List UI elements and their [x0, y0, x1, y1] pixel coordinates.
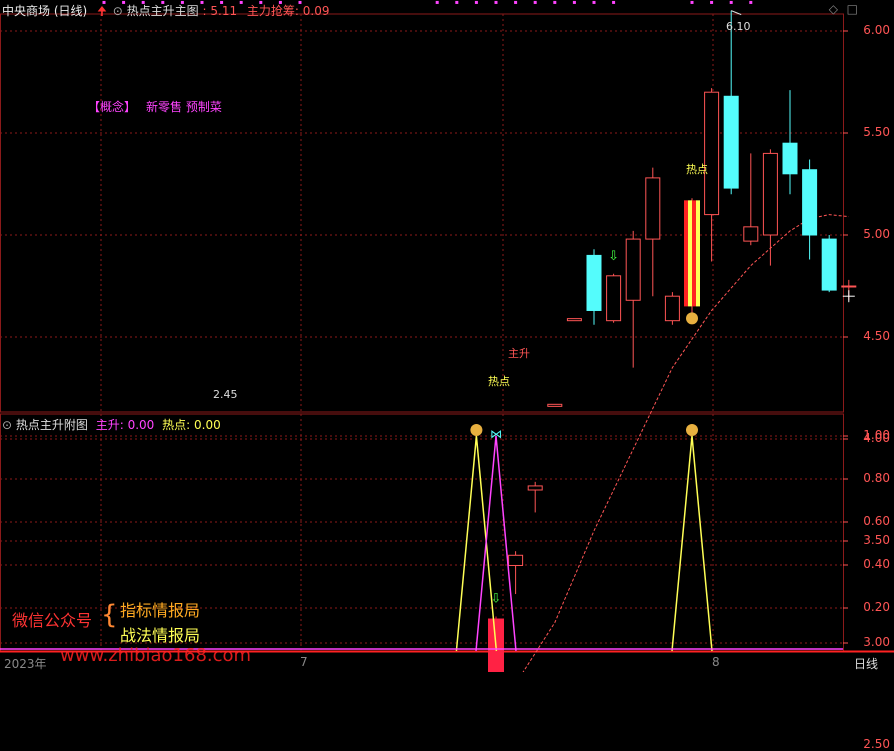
candle-body [508, 554, 524, 566]
low-price-label: 2.45 [213, 388, 238, 401]
redian-signal-line [671, 435, 713, 652]
brace-icon: { [101, 600, 118, 630]
candle-body [802, 169, 818, 236]
candle-body [625, 238, 641, 301]
signal-dot [455, 0, 459, 4]
main-header: 中央商场 (日线) 🠉 ⊙ 热点主升主图 : 5.11 主力抢筹: 0.09 [2, 2, 330, 23]
price-axis-label: 5.50 [863, 125, 890, 139]
watermark-url: www.zhibiao168.com [60, 645, 252, 666]
redian-label-1: 热点 [488, 375, 510, 388]
watermark-name-2: 战法情报局 [120, 626, 201, 645]
signal-dot [572, 0, 576, 4]
candle-body [782, 142, 798, 175]
wechat-account-label: 微信公众号 [12, 611, 93, 630]
indicator-name[interactable]: 热点主升主图 [127, 4, 199, 18]
force-value: 主力抢筹: 0.09 [246, 4, 330, 18]
x-month-8: 8 [712, 655, 720, 669]
butterfly-icon: ⋈ [490, 427, 502, 441]
signal-dot [533, 0, 537, 4]
stock-title[interactable]: 中央商场 (日线) [2, 4, 87, 18]
signal-dot [474, 0, 478, 4]
sub-axis-label: 0.20 [863, 600, 890, 614]
up-arrow-icon: 🠉 [97, 4, 107, 18]
redian-bar [692, 200, 696, 307]
candle-body [762, 152, 778, 236]
redian-bar [696, 200, 700, 307]
sub-axis-label: 0.60 [863, 514, 890, 528]
signal-dot [435, 0, 439, 4]
candle-body [723, 95, 739, 189]
sub-axis-label: 1.00 [863, 428, 890, 442]
sub-indicator-name[interactable]: 热点主升附图 [16, 418, 88, 432]
diamond-icon[interactable]: ◇ [829, 2, 838, 16]
candle-body [586, 254, 602, 311]
signal-dot [612, 0, 616, 4]
price-axis-label: 4.50 [863, 329, 890, 343]
signal-dot [690, 0, 694, 4]
down-arrow-icon: ⇩ [491, 591, 502, 606]
redian-bar [688, 200, 692, 307]
signal-dot [553, 0, 557, 4]
candle-body [821, 238, 837, 291]
money-bag-icon [470, 424, 483, 436]
zhusheng-label: 主升 [508, 347, 530, 360]
price-axis-label: 3.50 [863, 533, 890, 547]
concept-tag: 【概念】 [88, 100, 137, 114]
price-value: : 5.11 [202, 4, 238, 18]
signal-dot [749, 0, 753, 4]
candle-body [664, 295, 680, 322]
candle-body [645, 177, 661, 240]
signal-dot [592, 0, 596, 4]
candle-body [527, 485, 543, 491]
high-price-label: 6.10 [726, 20, 751, 33]
close-icon[interactable]: □ [847, 2, 858, 16]
candle-body [704, 91, 720, 216]
price-axis-label: 3.00 [863, 635, 890, 649]
price-axis-label: 2.50 [863, 737, 890, 751]
candle-body [606, 275, 622, 322]
x-month-7: 7 [300, 655, 308, 669]
money-bag-icon [686, 424, 698, 436]
sub-axis-label: 0.80 [863, 471, 890, 485]
candle-body [743, 226, 759, 242]
indicator-settings-icon[interactable]: ⊙ [113, 4, 123, 18]
money-bag-icon [686, 312, 698, 325]
sub-settings-icon[interactable]: ⊙ [2, 418, 12, 432]
redian-label-2: 热点 [686, 163, 708, 176]
price-axis-label: 6.00 [863, 23, 890, 37]
watermark-name-1: 指标情报局 [120, 601, 201, 620]
signal-dot [710, 0, 714, 4]
sub-header: ⊙ 热点主升附图 主升: 0.00 热点: 0.00 [2, 416, 221, 433]
zhusheng-value: 主升: 0.00 [95, 418, 155, 432]
candle-body [547, 403, 563, 407]
down-arrow-icon: ⇩ [608, 249, 619, 264]
sub-axis-label: 0.40 [863, 557, 890, 571]
concept-items: 新零售 预制菜 [146, 100, 222, 114]
redian-bar [684, 200, 688, 307]
signal-dot [514, 0, 518, 4]
signal-dot [494, 0, 498, 4]
candle-body [841, 285, 857, 288]
signal-dot [729, 0, 733, 4]
candle-body [566, 318, 582, 322]
price-axis-label: 5.00 [863, 227, 890, 241]
period-button[interactable]: 日线 [854, 655, 878, 672]
redian-value: 热点: 0.00 [162, 418, 221, 432]
x-year-label: 2023年 [4, 657, 47, 671]
